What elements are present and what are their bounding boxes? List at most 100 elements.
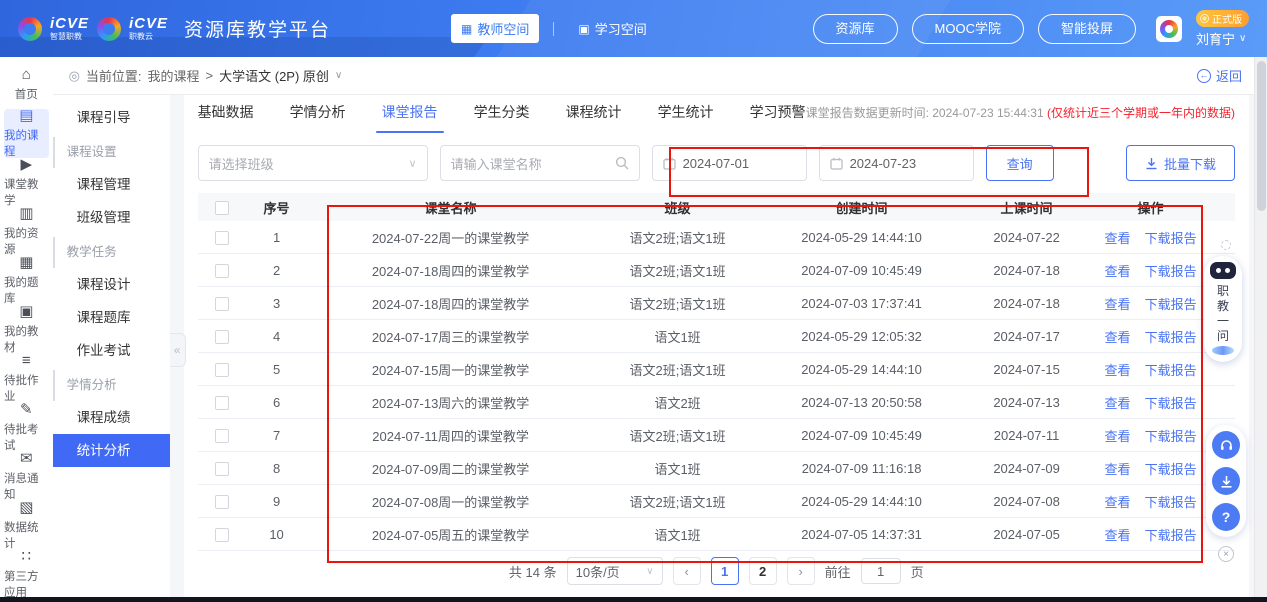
row-index: 4 [246, 329, 308, 344]
row-checkbox[interactable] [215, 330, 229, 344]
tab-课堂报告[interactable]: 课堂报告 [382, 102, 438, 133]
download-report-link[interactable]: 下载报告 [1145, 363, 1197, 378]
sidebar-item-pending-homework[interactable]: ≡待批作业 [4, 354, 49, 403]
smart-screencast-button[interactable]: 智能投屏 [1038, 14, 1136, 44]
tab-学情分析[interactable]: 学情分析 [290, 102, 346, 133]
sidebar-item-question-bank[interactable]: ▦我的题库 [4, 256, 49, 305]
submenu-item[interactable]: 课程成绩 [53, 401, 170, 434]
download-report-link[interactable]: 下载报告 [1145, 264, 1197, 279]
row-checkbox[interactable] [215, 396, 229, 410]
page-button-2[interactable]: 2 [749, 557, 777, 585]
resource-library-button[interactable]: 资源库 [813, 14, 898, 44]
tab-课程统计[interactable]: 课程统计 [566, 102, 622, 133]
download-center-button[interactable] [1212, 467, 1240, 495]
breadcrumb-chevron-down-icon[interactable]: ∨ [335, 70, 342, 81]
sidebar-item-my-courses[interactable]: ▤我的课程 [4, 109, 49, 158]
teacher-space-button[interactable]: ▦ 教师空间 [451, 14, 539, 43]
table-body: 12024-07-22周一的课堂教学语文2班;语文1班2024-05-29 14… [198, 221, 1235, 551]
tab-学生统计[interactable]: 学生统计 [658, 102, 714, 133]
sidebar-item-third-party-apps[interactable]: ∷第三方应用 [4, 550, 49, 599]
goto-page-input[interactable]: 1 [861, 558, 901, 584]
download-report-link[interactable]: 下载报告 [1145, 297, 1197, 312]
back-button[interactable]: ← 返回 [1197, 66, 1242, 85]
tab-基础数据[interactable]: 基础数据 [198, 102, 254, 133]
row-checkbox[interactable] [215, 495, 229, 509]
view-link[interactable]: 查看 [1105, 429, 1131, 444]
select-all-checkbox[interactable] [215, 201, 229, 215]
row-checkbox[interactable] [215, 363, 229, 377]
view-link[interactable]: 查看 [1105, 330, 1131, 345]
brand-area: iCVE 智慧职教 iCVE 职教云 资源库教学平台 [18, 15, 331, 42]
page-button-1[interactable]: 1 [711, 557, 739, 585]
mooc-academy-button[interactable]: MOOC学院 [912, 14, 1024, 44]
download-report-link[interactable]: 下载报告 [1145, 396, 1197, 411]
batch-download-button[interactable]: 批量下载 [1126, 145, 1235, 181]
header-pill-buttons: 资源库 MOOC学院智能投屏 [813, 14, 1136, 44]
actions-cell: 查看下载报告 [1092, 261, 1210, 280]
sidebar-item-pending-exam[interactable]: ✎待批考试 [4, 403, 49, 452]
class-names: 语文2班;语文1班 [594, 228, 762, 247]
class-select[interactable]: 请选择班级 ∨ [198, 145, 428, 181]
learning-space-button[interactable]: ▣ 学习空间 [568, 14, 656, 43]
sidebar-item-textbook[interactable]: ▣我的教材 [4, 305, 49, 354]
sidebar-item-my-resources[interactable]: ▥我的资源 [4, 207, 49, 256]
submenu-item[interactable]: 课程引导 [53, 101, 170, 134]
download-report-link[interactable]: 下载报告 [1145, 495, 1197, 510]
customer-service-button[interactable] [1212, 431, 1240, 459]
view-link[interactable]: 查看 [1105, 297, 1131, 312]
help-button[interactable]: ? [1212, 503, 1240, 531]
sidebar-item-data-stats[interactable]: ▧数据统计 [4, 501, 49, 550]
submenu-item[interactable]: 班级管理 [53, 201, 170, 234]
sidebar-item-message[interactable]: ✉消息通知 [4, 452, 49, 501]
submenu-section-label: 学情分析 [53, 370, 170, 401]
sidebar-item-home[interactable]: ⌂首页 [4, 60, 49, 109]
submenu-item[interactable]: 课程题库 [53, 301, 170, 334]
question-bank-icon: ▦ [19, 255, 33, 270]
view-link[interactable]: 查看 [1105, 528, 1131, 543]
submenu-item[interactable]: 课程设计 [53, 268, 170, 301]
row-checkbox[interactable] [215, 528, 229, 542]
row-checkbox[interactable] [215, 429, 229, 443]
prev-page-button[interactable]: ‹ [673, 557, 701, 585]
row-checkbox[interactable] [215, 264, 229, 278]
download-report-link[interactable]: 下载报告 [1145, 528, 1197, 543]
breadcrumb-parent-link[interactable]: 我的课程 [148, 66, 200, 85]
view-link[interactable]: 查看 [1105, 231, 1131, 246]
view-link[interactable]: 查看 [1105, 264, 1131, 279]
download-report-link[interactable]: 下载报告 [1145, 231, 1197, 246]
tab-学习预警[interactable]: 学习预警 [750, 102, 806, 133]
collapse-sidebar-button[interactable]: « [170, 333, 186, 367]
submenu-item[interactable]: 课程管理 [53, 168, 170, 201]
row-checkbox[interactable] [215, 231, 229, 245]
submenu-item[interactable]: 作业考试 [53, 334, 170, 367]
user-name-label: 刘育宁 [1196, 29, 1235, 48]
date-start-input[interactable]: 2024-07-01 [652, 145, 807, 181]
per-page-select[interactable]: 10条/页 ∨ [567, 557, 663, 585]
download-report-link[interactable]: 下载报告 [1145, 429, 1197, 444]
table-header-cell: 班级 [594, 198, 762, 217]
view-link[interactable]: 查看 [1105, 363, 1131, 378]
row-checkbox[interactable] [215, 297, 229, 311]
scrollbar-track[interactable] [1254, 57, 1267, 598]
class-names: 语文2班;语文1班 [594, 426, 762, 445]
scrollbar-thumb[interactable] [1257, 61, 1266, 211]
date-end-input[interactable]: 2024-07-23 [819, 145, 974, 181]
next-page-button[interactable]: › [787, 557, 815, 585]
classroom-name-input[interactable]: 请输入课堂名称 [440, 145, 640, 181]
tab-学生分类[interactable]: 学生分类 [474, 102, 530, 133]
classroom-name: 2024-07-18周四的课堂教学 [308, 294, 594, 313]
close-floating-button[interactable]: × [1218, 546, 1234, 562]
sidebar-item-classroom-teaching[interactable]: ▶课堂教学 [4, 158, 49, 207]
submenu-item[interactable]: 统计分析 [53, 434, 170, 467]
user-menu[interactable]: 刘育宁 ∨ [1196, 29, 1246, 48]
download-report-link[interactable]: 下载报告 [1145, 330, 1197, 345]
row-checkbox[interactable] [215, 462, 229, 476]
class-names: 语文2班;语文1班 [594, 360, 762, 379]
view-link[interactable]: 查看 [1105, 396, 1131, 411]
download-report-link[interactable]: 下载报告 [1145, 462, 1197, 477]
view-link[interactable]: 查看 [1105, 462, 1131, 477]
mini-logo-button[interactable] [1156, 16, 1182, 42]
search-button[interactable]: 查询 [986, 145, 1054, 181]
assistant-widget[interactable]: 职教一问 [1204, 256, 1242, 362]
view-link[interactable]: 查看 [1105, 495, 1131, 510]
